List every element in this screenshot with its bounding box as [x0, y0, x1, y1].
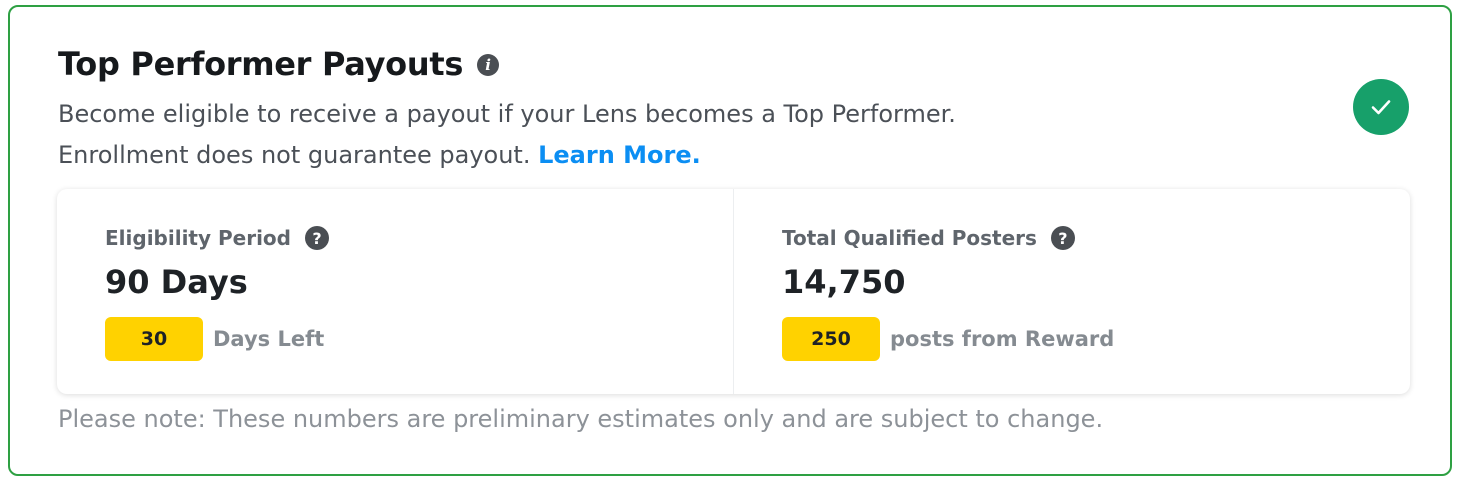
- question-icon[interactable]: ?: [305, 226, 329, 250]
- stat-value: 14,750: [782, 263, 906, 301]
- stat-sub: 30 Days Left: [105, 317, 324, 361]
- stat-label-row: Eligibility Period ?: [105, 226, 329, 250]
- stat-sub-text: posts from Reward: [890, 327, 1115, 351]
- card-description: Become eligible to receive a payout if y…: [58, 94, 1158, 176]
- disclaimer-note: Please note: These numbers are prelimina…: [58, 405, 1104, 433]
- check-icon: [1353, 79, 1409, 135]
- description-line-1: Become eligible to receive a payout if y…: [58, 100, 956, 128]
- learn-more-link[interactable]: Learn More.: [538, 141, 701, 169]
- stat-value: 90 Days: [105, 263, 248, 301]
- stat-label: Total Qualified Posters: [782, 226, 1037, 250]
- info-icon[interactable]: i: [477, 54, 500, 76]
- stat-label-row: Total Qualified Posters ?: [782, 226, 1075, 250]
- stat-label: Eligibility Period: [105, 226, 291, 250]
- stat-eligibility-period: Eligibility Period ? 90 Days 30 Days Lef…: [57, 189, 733, 394]
- card-title: Top Performer Payouts: [58, 45, 464, 83]
- posts-from-reward-badge: 250: [782, 317, 880, 361]
- days-left-badge: 30: [105, 317, 203, 361]
- stat-total-qualified-posters: Total Qualified Posters ? 14,750 250 pos…: [733, 189, 1410, 394]
- stat-sub-text: Days Left: [213, 327, 325, 351]
- title-row: Top Performer Payouts i: [58, 45, 500, 83]
- stat-sub: 250 posts from Reward: [782, 317, 1114, 361]
- top-performer-payouts-card: Top Performer Payouts i Become eligible …: [8, 5, 1452, 476]
- description-line-2: Enrollment does not guarantee payout. Le…: [58, 135, 1158, 176]
- stats-panel: Eligibility Period ? 90 Days 30 Days Lef…: [57, 189, 1410, 394]
- question-icon[interactable]: ?: [1050, 226, 1075, 250]
- description-line-2-text: Enrollment does not guarantee payout.: [58, 141, 531, 169]
